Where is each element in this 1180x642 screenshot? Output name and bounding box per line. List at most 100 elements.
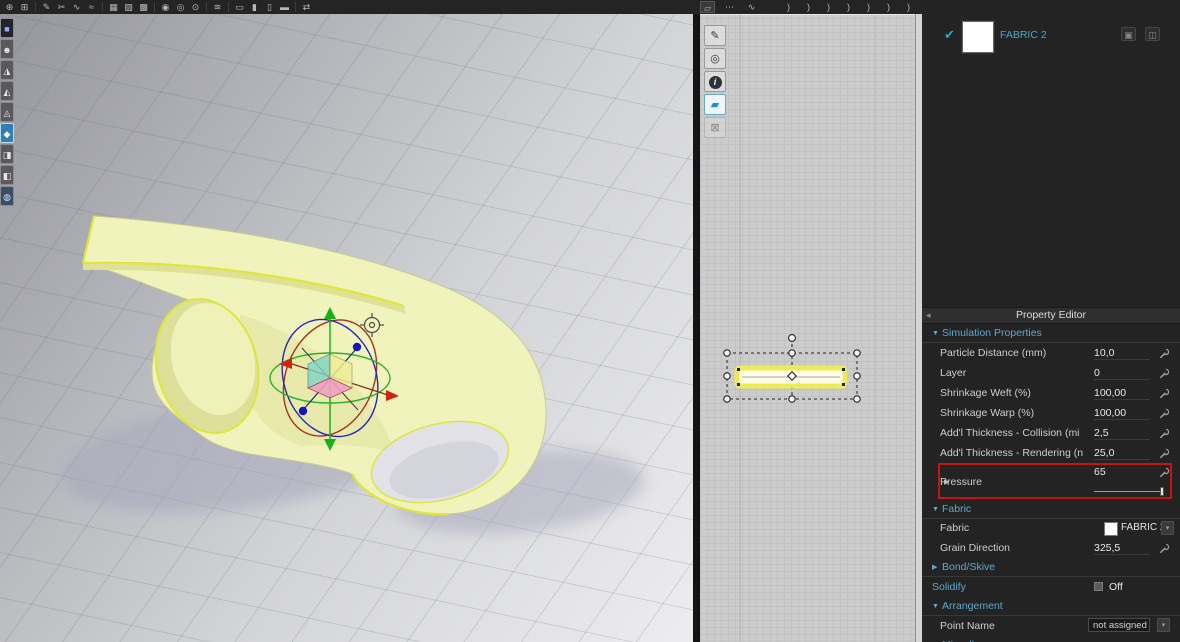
property-editor-header[interactable]: ◂ Property Editor — [922, 307, 1180, 324]
sewing-machine-icon[interactable]: ∿ — [69, 1, 84, 13]
show-seam-icon[interactable]: ✎ — [704, 25, 726, 46]
needle-icon[interactable]: ✎ — [39, 1, 54, 13]
seam-tool-6-icon[interactable]: ) — [881, 1, 896, 13]
wrench-icon[interactable] — [1159, 428, 1170, 439]
section-label: Simulation Properties — [942, 327, 1042, 339]
fold-outline-icon[interactable]: ▯ — [262, 1, 277, 13]
vertical-scrollbar[interactable] — [915, 14, 922, 642]
show-garment-icon[interactable]: ◎ — [704, 48, 726, 69]
property-value[interactable]: 10,0 — [1094, 347, 1150, 360]
property-value[interactable]: 0 — [1094, 367, 1150, 380]
fabric-swatch-small[interactable] — [1104, 522, 1118, 536]
viewport-2d-pattern[interactable]: ✎ ◎ i ▰ ⊠ — [700, 14, 915, 642]
object-browser-fabric-row[interactable]: ✔ FABRIC 2 ▣ ◫ — [922, 18, 1180, 54]
fabric-tool-icon[interactable]: ◆ — [0, 123, 14, 143]
toolbar-separator — [228, 2, 229, 12]
property-value[interactable]: 325,5 — [1094, 542, 1150, 555]
add-point-icon[interactable]: ⋯ — [722, 1, 737, 13]
fold-bar-icon[interactable]: ▬ — [277, 1, 292, 13]
slider-handle[interactable] — [1160, 487, 1164, 496]
seam-tool-3-icon[interactable]: ) — [821, 1, 836, 13]
wrench-icon[interactable] — [1159, 448, 1170, 459]
section-arrangement[interactable]: ▼ Arrangement — [922, 597, 1180, 616]
pin-icon[interactable]: ⊕ — [2, 1, 17, 13]
seam-tool-4-icon[interactable]: ) — [841, 1, 856, 13]
texture-dense-icon[interactable]: ▩ — [136, 1, 151, 13]
wrench-icon[interactable] — [1159, 348, 1170, 359]
dropdown-arrow-icon[interactable]: ▾ — [1157, 618, 1170, 632]
fabric-name-label[interactable]: FABRIC 2 — [1000, 29, 1047, 41]
section-bond-skive[interactable]: ▶ Bond/Skive — [922, 558, 1180, 577]
texture-checker-icon[interactable]: ▦ — [106, 1, 121, 13]
wrench-icon[interactable] — [1159, 408, 1170, 419]
pressure-value[interactable]: 65 — [1094, 466, 1150, 478]
seam-tool-7-icon[interactable]: ) — [901, 1, 916, 13]
row-grain-direction: Grain Direction 325,5 — [922, 538, 1180, 558]
show-fabric-icon[interactable]: ▰ — [704, 94, 726, 115]
dock-arrow-icon[interactable]: ◂ — [926, 308, 931, 323]
viewport-3d[interactable]: ■ ☻ ◮ ◭ ◬ ◆ ◨ ◧ ◍ — [0, 14, 693, 642]
section-simulation-properties[interactable]: ▼ Simulation Properties — [922, 324, 1180, 343]
point-name-dropdown[interactable]: not assigned — [1088, 618, 1150, 632]
move-arrows-icon[interactable]: ⇄ — [299, 1, 314, 13]
save-icon[interactable]: ◫ — [1145, 27, 1160, 41]
rotate-handle[interactable] — [788, 334, 796, 342]
toolbar-separator — [102, 2, 103, 12]
fold-solid-icon[interactable]: ▮ — [247, 1, 262, 13]
section-fabric[interactable]: ▼ Fabric — [922, 500, 1180, 519]
scene-preview-icon[interactable]: ■ — [0, 18, 14, 38]
scissors-icon[interactable]: ✂ — [54, 1, 69, 13]
row-addl-thickness-collision: Add'l Thickness - Collision (mi 2,5 — [922, 423, 1180, 443]
property-label: Particle Distance (mm) — [940, 347, 1047, 359]
button-small-icon[interactable]: ⊙ — [188, 1, 203, 13]
fabric-select-value[interactable]: FABRIC 2 — [1121, 522, 1165, 533]
avatar-icon[interactable]: ☻ — [0, 39, 14, 59]
fold-rect-icon[interactable]: ▭ — [232, 1, 247, 13]
gizmo-handle-z2[interactable] — [298, 406, 308, 416]
wrench-icon[interactable] — [1159, 368, 1170, 379]
buttonhole-icon[interactable]: ◎ — [173, 1, 188, 13]
garment-icon[interactable]: ◮ — [0, 60, 14, 80]
slider-track[interactable] — [1094, 491, 1164, 492]
garment-press-icon[interactable]: ◨ — [0, 144, 14, 164]
row-layer: Layer 0 — [922, 363, 1180, 383]
pattern-lock-icon: ⊠ — [704, 117, 726, 138]
info-icon[interactable]: i — [704, 71, 726, 92]
wrench-icon[interactable] — [1159, 543, 1170, 554]
texture-shade-icon[interactable]: ▨ — [121, 1, 136, 13]
viewport-divider[interactable] — [693, 14, 700, 642]
zipper-icon[interactable]: ≋ — [210, 1, 225, 13]
solidify-checkbox[interactable] — [1094, 582, 1103, 591]
property-value[interactable]: 100,00 — [1094, 387, 1150, 400]
pin-box-icon[interactable]: ⊞ — [17, 1, 32, 13]
dropdown-arrow-icon[interactable]: ▾ — [1161, 521, 1174, 535]
property-value[interactable]: 25,0 — [1094, 447, 1150, 460]
info-glyph: i — [708, 76, 722, 89]
garment-outline-icon[interactable]: ◭ — [0, 81, 14, 101]
gizmo-handle-z1[interactable] — [352, 342, 362, 352]
garment-flat-icon[interactable]: ◬ — [0, 102, 14, 122]
seam-tool-1-icon[interactable]: ) — [781, 1, 796, 13]
edit-pattern-icon[interactable]: ▱ — [700, 1, 715, 13]
globe-icon[interactable]: ◍ — [0, 186, 14, 206]
wrench-icon[interactable] — [1159, 388, 1170, 399]
property-label: Shrinkage Warp (%) — [940, 407, 1035, 419]
section-miscellaneous[interactable]: ▶ Miscellaneous — [922, 636, 1180, 642]
solidify-label[interactable]: Solidify — [932, 581, 966, 593]
solidify-state[interactable]: Off — [1109, 581, 1165, 593]
lock-icon[interactable]: ▣ — [1121, 27, 1136, 41]
garment-hide-icon[interactable]: ◧ — [0, 165, 14, 185]
seam-tool-5-icon[interactable]: ) — [861, 1, 876, 13]
stitch-wave-icon[interactable]: ≈ — [84, 1, 99, 13]
button-icon[interactable]: ◉ — [158, 1, 173, 13]
fabric-swatch[interactable] — [961, 20, 995, 54]
seam-tool-2-icon[interactable]: ) — [801, 1, 816, 13]
property-value[interactable]: 2,5 — [1094, 427, 1150, 440]
wrench-icon[interactable] — [1159, 467, 1170, 478]
property-label: Add'l Thickness - Rendering (n — [940, 447, 1084, 459]
pattern-scene — [723, 15, 876, 642]
edit-curve-icon[interactable]: ∿ — [744, 1, 759, 13]
pressure-slider[interactable] — [1094, 487, 1164, 496]
right-panel: ✔ FABRIC 2 ▣ ◫ ◂ Property Editor ▼ Simul… — [922, 0, 1180, 642]
property-value[interactable]: 100,00 — [1094, 407, 1150, 420]
